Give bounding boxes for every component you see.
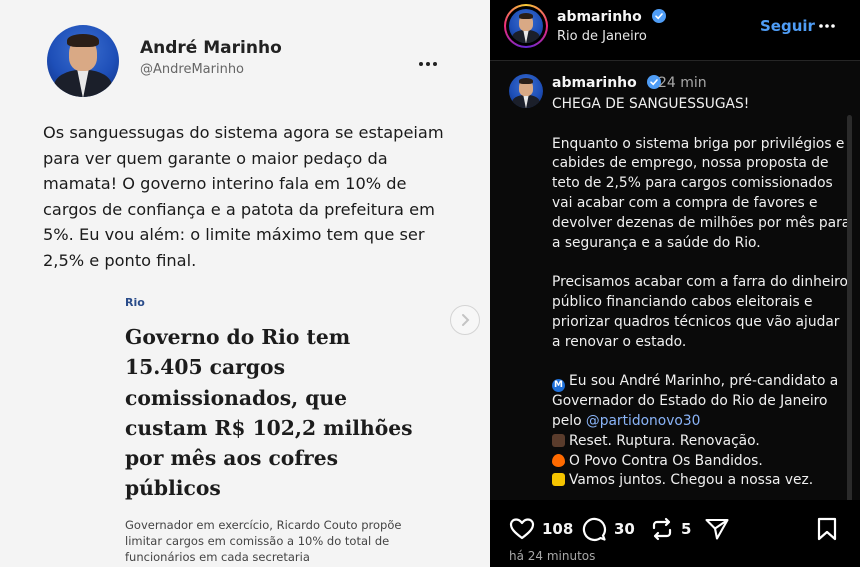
more-options-icon[interactable] [818, 14, 836, 34]
caption-paragraph: Enquanto o sistema briga por privilégios… [552, 135, 851, 251]
m-circle-icon: M [552, 379, 565, 393]
share-button[interactable] [704, 516, 730, 542]
mention-link[interactable]: @partidonovo30 [586, 413, 700, 429]
caption-username-row[interactable]: abmarinho [552, 75, 661, 93]
article-section: Rio [125, 296, 145, 309]
comment-count: 30 [614, 520, 635, 538]
story-ring[interactable] [504, 4, 548, 48]
repost-button[interactable]: 5 [650, 516, 691, 542]
caption-paragraph: CHEGA DE SANGUESSUGAS! [552, 96, 750, 112]
comment-button[interactable]: 30 [581, 516, 635, 542]
post-timestamp: há 24 minutos [509, 549, 596, 563]
like-button[interactable]: 108 [509, 516, 573, 542]
caption-line: Reset. Ruptura. Renovação. [569, 432, 760, 449]
article-caption: Governador em exercício, Ricardo Couto p… [125, 518, 402, 564]
tweet-text: Os sanguessugas do sistema agora se esta… [43, 123, 444, 270]
caption-text: CHEGA DE SANGUESSUGAS! Enquanto o sistem… [552, 95, 852, 491]
repost-count: 5 [681, 520, 692, 538]
header-username-row[interactable]: abmarinho [557, 9, 666, 27]
caption-avatar[interactable] [509, 74, 543, 108]
joystick-icon [552, 433, 565, 447]
save-button[interactable] [816, 516, 838, 542]
article-headline[interactable]: Governo do Rio tem 15.405 cargos comissi… [125, 322, 425, 504]
caption-username[interactable]: abmarinho [552, 75, 637, 91]
tweet-panel: André Marinho @AndreMarinho Os sanguessu… [0, 0, 490, 567]
author-name[interactable]: André Marinho [140, 38, 282, 58]
more-options-icon[interactable] [418, 52, 442, 66]
post-header: abmarinho Rio de Janeiro Seguir [490, 0, 860, 60]
profile-avatar[interactable] [509, 9, 543, 43]
send-icon [705, 518, 729, 540]
author-handle[interactable]: @AndreMarinho [140, 62, 244, 77]
like-count: 108 [542, 520, 574, 538]
lightning-icon [552, 473, 565, 487]
follow-button[interactable]: Seguir [760, 17, 815, 35]
chevron-right-icon [462, 314, 470, 326]
caption-paragraph: Precisamos acabar com a farra do dinheir… [552, 274, 848, 350]
fire-icon [552, 453, 565, 467]
repost-icon [652, 517, 672, 541]
caption-line: Vamos juntos. Chegou a nossa vez. [569, 472, 814, 489]
author-avatar[interactable] [47, 25, 119, 97]
next-slide-button[interactable] [450, 305, 480, 335]
heart-icon [509, 518, 535, 540]
caption-line: O Povo Contra Os Bandidos. [569, 452, 763, 469]
comment-icon [582, 517, 606, 541]
post-caption-area: abmarinho 24 min CHEGA DE SANGUESSUGAS! … [490, 61, 860, 501]
header-username[interactable]: abmarinho [557, 9, 642, 25]
location-label[interactable]: Rio de Janeiro [557, 29, 647, 44]
action-bar: 108 30 5 há 24 minutos [490, 500, 860, 567]
bookmark-icon [817, 517, 837, 541]
post-time: 24 min [658, 75, 707, 91]
instagram-panel: abmarinho Rio de Janeiro Seguir abmarinh… [490, 0, 860, 567]
caption-scrollbar[interactable] [847, 115, 852, 501]
verified-badge-icon [651, 9, 666, 27]
